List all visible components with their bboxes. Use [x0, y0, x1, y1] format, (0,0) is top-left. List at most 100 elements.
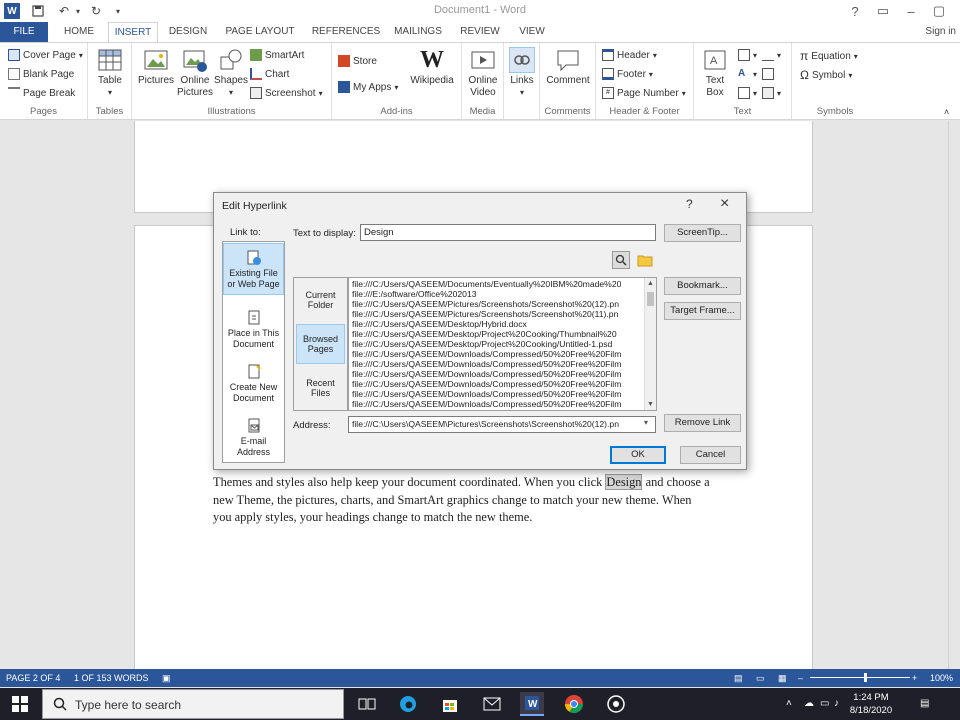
browse-web-icon[interactable] — [612, 251, 630, 269]
list-scrollbar[interactable]: ▲ ▼ — [644, 278, 656, 410]
tab-file[interactable]: FILE — [0, 22, 48, 42]
browse-file-icon[interactable] — [636, 251, 654, 269]
quick-parts-button[interactable]: ▾ — [738, 49, 757, 61]
ribbon-display-icon[interactable]: ▭ — [868, 0, 898, 22]
taskbar-search[interactable]: Type here to search — [42, 689, 344, 719]
symbol-button[interactable]: Ω Symbol ▾ — [800, 68, 852, 82]
online-pictures-button[interactable]: Online Pictures — [176, 47, 214, 99]
pictures-button[interactable]: Pictures — [136, 47, 176, 87]
bookmark-button[interactable]: Bookmark... — [664, 277, 741, 295]
network-icon[interactable]: ▭ — [820, 698, 829, 709]
print-layout-icon[interactable]: ▭ — [756, 673, 765, 684]
cancel-button[interactable]: Cancel — [680, 446, 741, 464]
tab-view[interactable]: VIEW — [512, 22, 552, 42]
comment-button[interactable]: Comment — [544, 47, 592, 87]
windows-start-icon[interactable] — [8, 692, 32, 716]
proofing-icon[interactable]: ▣ — [162, 673, 171, 684]
screenshot-button[interactable]: Screenshot ▾ — [250, 87, 323, 99]
header-button[interactable]: Header ▾ — [602, 49, 657, 61]
look-in-current-folder[interactable]: Current Folder — [296, 280, 345, 320]
browsed-pages-list[interactable]: file:///C:/Users/QASEEM/Documents/Eventu… — [348, 277, 657, 411]
store-button[interactable]: Store — [338, 55, 377, 67]
footer-button[interactable]: Footer ▾ — [602, 68, 653, 80]
equation-button[interactable]: π Equation ▾ — [800, 49, 858, 63]
word-count[interactable]: 1 OF 153 WORDS — [74, 673, 149, 683]
address-dropdown-icon[interactable]: ▾ — [644, 418, 648, 427]
list-item[interactable]: file:///C:/Users/QASEEM/Desktop/Project%… — [352, 330, 644, 340]
store-taskbar-icon[interactable] — [438, 692, 462, 716]
list-item[interactable]: file:///C:/Users/QASEEM/Pictures/Screens… — [352, 310, 644, 320]
scroll-down-icon[interactable]: ▼ — [647, 401, 654, 408]
zoom-slider[interactable] — [810, 677, 910, 678]
signature-line-button[interactable]: ▾ — [762, 49, 781, 61]
shapes-button[interactable]: Shapes ▾ — [214, 47, 248, 99]
maximize-icon[interactable]: ▢ — [924, 0, 954, 22]
help-icon[interactable]: ? — [840, 0, 870, 22]
list-item[interactable]: file:///C:/Users/QASEEM/Desktop/Hybrid.d… — [352, 320, 644, 330]
target-frame-button[interactable]: Target Frame... — [664, 302, 741, 320]
tab-review[interactable]: REVIEW — [456, 22, 504, 42]
chart-button[interactable]: Chart — [250, 68, 289, 80]
list-item[interactable]: file:///C:/Users/QASEEM/Downloads/Compre… — [352, 370, 644, 380]
minimize-icon[interactable]: – — [896, 0, 926, 22]
list-item[interactable]: file:///C:/Users/QASEEM/Desktop/Project%… — [352, 340, 644, 350]
volume-icon[interactable]: ♪ — [834, 698, 839, 709]
drop-cap-button[interactable]: ▾ — [738, 87, 757, 99]
table-button[interactable]: Table ▾ — [94, 47, 126, 99]
system-clock[interactable]: 1:24 PM 8/18/2020 — [842, 691, 900, 717]
sign-in-link[interactable]: Sign in — [925, 26, 956, 37]
read-mode-icon[interactable]: ▤ — [734, 673, 743, 684]
tab-home[interactable]: HOME — [58, 22, 100, 42]
dialog-help-button[interactable]: ? — [686, 197, 693, 211]
look-in-recent-files[interactable]: Recent Files — [296, 368, 345, 408]
hyperlink-text[interactable]: Design — [605, 474, 643, 490]
cover-page-button[interactable]: Cover Page ▾ — [8, 49, 83, 61]
online-video-button[interactable]: Online Video — [464, 47, 502, 99]
my-apps-button[interactable]: My Apps ▾ — [338, 81, 398, 93]
link-to-place-in-document[interactable]: Place in This Document — [223, 304, 284, 354]
address-input[interactable]: file:///C:\Users\QASEEM\Pictures\Screens… — [348, 416, 656, 433]
screentip-button[interactable]: ScreenTip... — [664, 224, 741, 242]
scroll-thumb[interactable] — [647, 292, 654, 306]
page-break-button[interactable]: Page Break — [8, 87, 75, 99]
list-item[interactable]: file:///C:/Users/QASEEM/Downloads/Compre… — [352, 360, 644, 370]
date-time-button[interactable] — [762, 68, 774, 80]
task-view-icon[interactable] — [355, 692, 379, 716]
wikipedia-button[interactable]: W Wikipedia — [408, 47, 456, 87]
list-item[interactable]: file:///E:/software/Office%202013 — [352, 290, 644, 300]
blank-page-button[interactable]: Blank Page — [8, 68, 74, 80]
vertical-scrollbar[interactable] — [948, 121, 960, 669]
look-in-browsed-pages[interactable]: Browsed Pages — [296, 324, 345, 364]
word-taskbar-icon[interactable]: W — [520, 692, 544, 716]
edge-icon[interactable] — [396, 692, 420, 716]
tab-mailings[interactable]: MAILINGS — [390, 22, 446, 42]
web-layout-icon[interactable]: ▦ — [778, 673, 787, 684]
object-button[interactable]: ▾ — [762, 87, 781, 99]
collapse-ribbon-icon[interactable]: ˄ — [944, 107, 949, 117]
tab-references[interactable]: REFERENCES — [306, 22, 386, 42]
scroll-up-icon[interactable]: ▲ — [647, 280, 654, 287]
list-item[interactable]: file:///C:/Users/QASEEM/Downloads/Compre… — [352, 350, 644, 360]
zoom-out-icon[interactable]: – — [798, 673, 803, 683]
links-button[interactable]: Links ▾ — [507, 47, 537, 99]
text-to-display-input[interactable]: Design — [360, 224, 656, 241]
ok-button[interactable]: OK — [610, 446, 666, 464]
tray-overflow-icon[interactable]: ˄ — [786, 698, 792, 709]
text-box-button[interactable]: A Text Box — [700, 47, 730, 99]
page-indicator[interactable]: PAGE 2 OF 4 — [6, 673, 60, 683]
dialog-close-icon[interactable]: × — [720, 195, 729, 213]
remove-link-button[interactable]: Remove Link — [664, 414, 741, 432]
wordart-button[interactable]: A ▾ — [738, 68, 757, 80]
list-item[interactable]: file:///C:/Users/QASEEM/Downloads/Compre… — [352, 390, 644, 400]
zoom-level[interactable]: 100% — [930, 673, 953, 683]
cloud-icon[interactable]: ☁ — [804, 698, 814, 709]
link-to-new-document[interactable]: Create New Document — [223, 358, 284, 408]
notifications-icon[interactable]: ▤ — [920, 698, 929, 709]
list-item[interactable]: file:///C:/Users/QASEEM/Pictures/Screens… — [352, 300, 644, 310]
mail-icon[interactable] — [480, 692, 504, 716]
tab-insert[interactable]: INSERT — [108, 22, 158, 43]
chrome-icon[interactable] — [562, 692, 586, 716]
smartart-button[interactable]: SmartArt — [250, 49, 304, 61]
zoom-slider-thumb[interactable] — [864, 673, 867, 682]
list-item[interactable]: file:///C:/Users/QASEEM/Documents/Eventu… — [352, 280, 644, 290]
